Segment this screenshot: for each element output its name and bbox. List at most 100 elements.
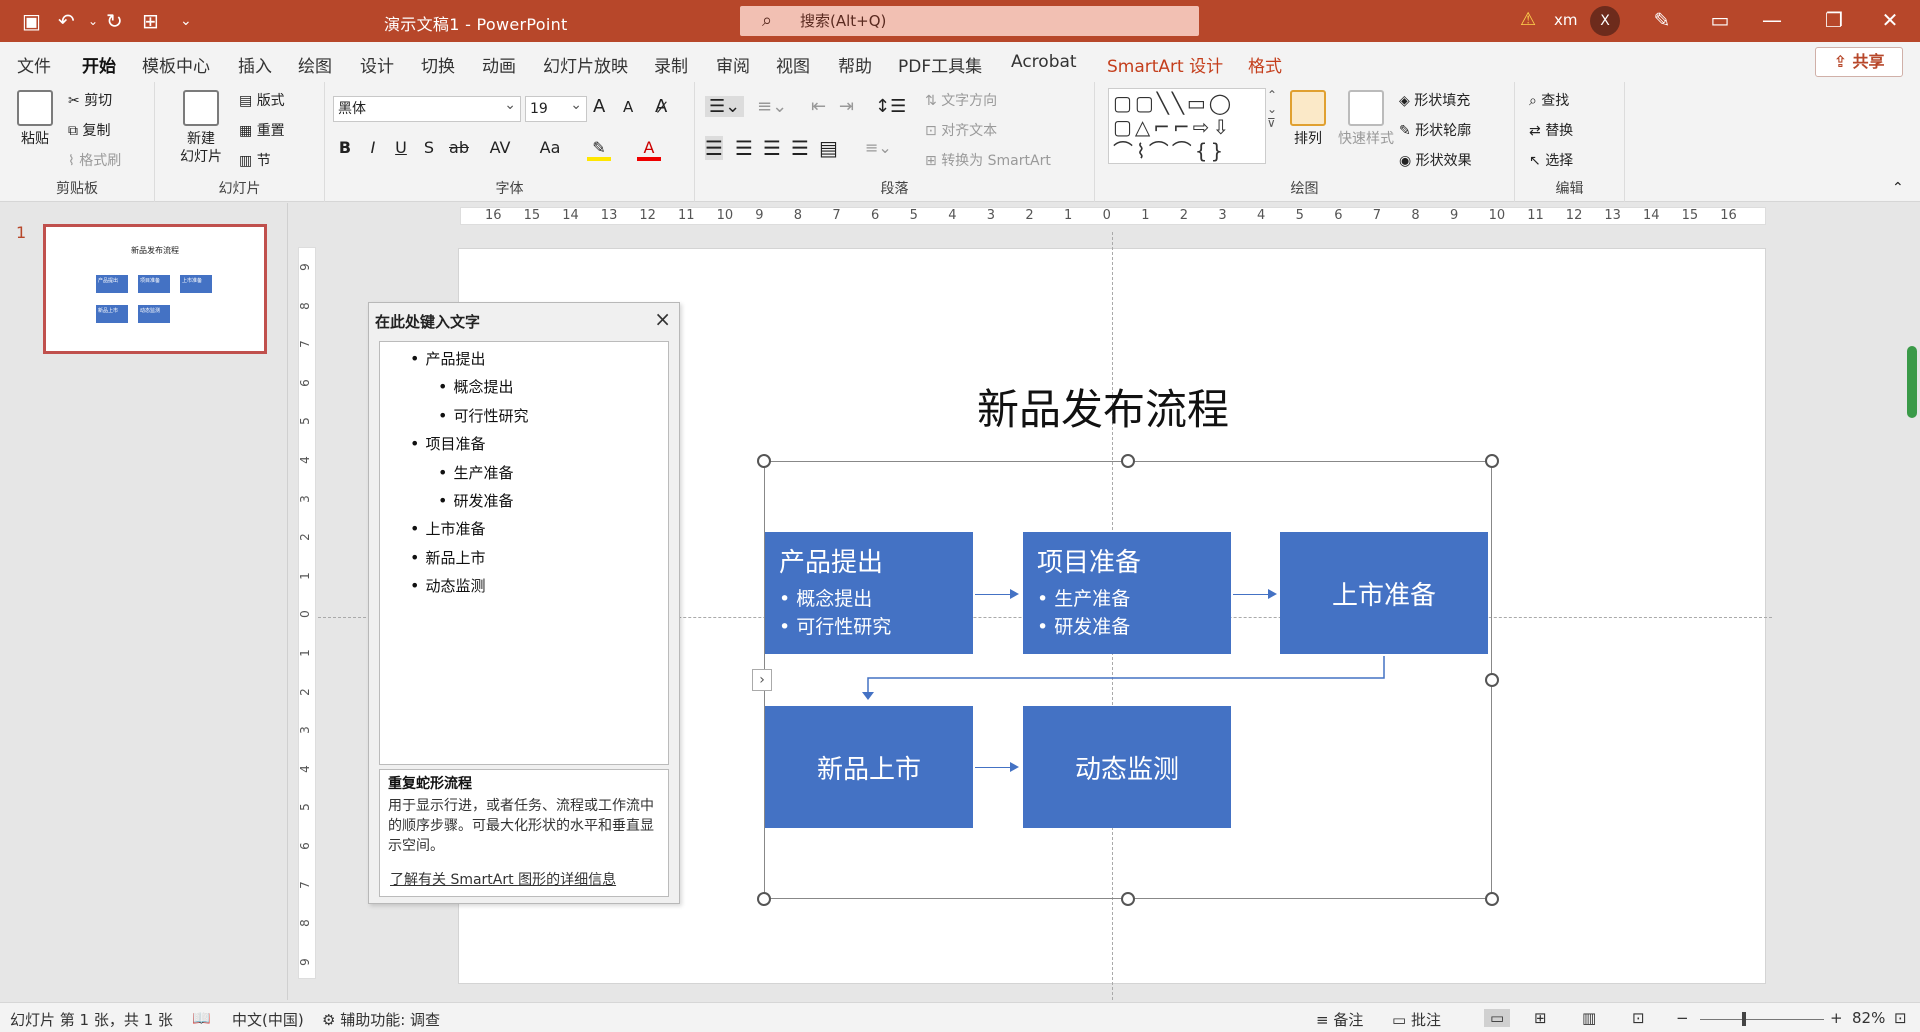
grow-font-button[interactable]: A: [593, 96, 605, 117]
resize-handle[interactable]: [757, 892, 771, 906]
replace-button[interactable]: ⇄ 替换: [1529, 120, 1573, 140]
resize-handle[interactable]: [1121, 892, 1135, 906]
shadow-button[interactable]: S: [417, 138, 441, 157]
distributed-icon[interactable]: ▤: [819, 136, 838, 160]
format-painter-button[interactable]: ⌇ 格式刷: [68, 150, 121, 170]
tab-transitions[interactable]: 切换: [421, 52, 455, 77]
undo-dropdown-icon[interactable]: ⌄: [88, 8, 98, 34]
quick-styles-button[interactable]: 快速样式: [1331, 90, 1401, 148]
shapes-gallery[interactable]: ▢▢╲╲▭◯ ▢△⌐⌐⇨⇩ ⌒⌇⌒⌒{}: [1108, 88, 1266, 164]
notes-button[interactable]: ≡ 备注: [1316, 1009, 1363, 1030]
tab-design[interactable]: 设计: [360, 52, 394, 77]
user-name[interactable]: xm: [1554, 11, 1578, 29]
paste-button[interactable]: 粘贴: [12, 90, 58, 148]
learn-more-link[interactable]: 了解有关 SmartArt 图形的详细信息: [390, 870, 616, 890]
select-button[interactable]: ↖ 选择: [1529, 150, 1573, 170]
slideshow-icon[interactable]: ⊡: [1632, 1009, 1645, 1027]
tab-record[interactable]: 录制: [654, 52, 688, 77]
gallery-scroll-icon[interactable]: ⌃ ⌄ ⊽: [1267, 88, 1277, 130]
tab-help[interactable]: 帮助: [838, 52, 872, 77]
shape-effects-button[interactable]: ◉ 形状效果: [1399, 150, 1472, 170]
warning-icon[interactable]: ⚠: [1520, 9, 1536, 30]
close-icon[interactable]: ×: [654, 307, 671, 331]
italic-button[interactable]: I: [361, 138, 385, 157]
cut-button[interactable]: ✂ 剪切: [68, 90, 112, 110]
fit-slide-icon[interactable]: ⊡: [1894, 1009, 1907, 1027]
increase-indent-icon[interactable]: ⇥: [839, 96, 854, 117]
vertical-scrollbar[interactable]: [1907, 346, 1917, 418]
font-name-combo[interactable]: 黑体: [333, 93, 521, 122]
zoom-in-button[interactable]: +: [1830, 1009, 1843, 1027]
tab-view[interactable]: 视图: [776, 52, 810, 77]
align-left-icon[interactable]: ☰: [705, 136, 723, 160]
share-button[interactable]: ⇪ 共享: [1815, 47, 1903, 77]
shrink-font-button[interactable]: A: [623, 98, 633, 116]
smartart-shape[interactable]: 动态监测: [1023, 706, 1231, 828]
text-pane-list[interactable]: 产品提出概念提出可行性研究项目准备生产准备研发准备上市准备新品上市动态监测: [379, 341, 669, 765]
char-spacing-button[interactable]: AV: [483, 138, 517, 157]
search-box[interactable]: ⌕ 搜索(Alt+Q): [740, 6, 1199, 36]
text-pane-item[interactable]: 产品提出: [410, 348, 485, 369]
slide-sorter-icon[interactable]: ⊞: [1534, 1009, 1547, 1027]
text-pane-item[interactable]: 研发准备: [438, 490, 513, 511]
highlight-icon[interactable]: ✎: [587, 138, 611, 161]
text-pane-item[interactable]: 可行性研究: [438, 405, 528, 426]
spellcheck-icon[interactable]: 📖: [192, 1009, 211, 1027]
tab-review[interactable]: 审阅: [716, 52, 750, 77]
text-pane-item[interactable]: 新品上市: [410, 547, 485, 568]
zoom-slider[interactable]: [1700, 1019, 1824, 1020]
tab-draw[interactable]: 绘图: [298, 52, 332, 77]
pen-icon[interactable]: ✎: [1642, 8, 1682, 32]
accessibility-button[interactable]: ⚙ 辅助功能: 调查: [322, 1009, 440, 1030]
text-pane-item[interactable]: 动态监测: [410, 575, 485, 596]
save-icon[interactable]: ▣: [22, 8, 41, 34]
reset-button[interactable]: ▦ 重置: [239, 120, 285, 140]
tab-home[interactable]: 开始: [82, 52, 116, 85]
undo-icon[interactable]: ↶: [58, 8, 75, 34]
collapse-ribbon-icon[interactable]: ⌃: [1892, 180, 1904, 196]
underline-button[interactable]: U: [389, 138, 413, 157]
zoom-out-button[interactable]: −: [1676, 1009, 1689, 1027]
new-slide-button[interactable]: 新建 幻灯片: [169, 90, 233, 166]
zoom-slider-thumb[interactable]: [1742, 1012, 1746, 1026]
section-button[interactable]: ▥ 节: [239, 150, 271, 170]
text-direction-button[interactable]: ⇅ 文字方向: [925, 90, 997, 110]
justify-icon[interactable]: ☰: [791, 136, 809, 160]
clear-format-icon[interactable]: A̷: [655, 96, 667, 117]
font-size-combo[interactable]: 19: [525, 93, 587, 122]
text-pane-item[interactable]: 生产准备: [438, 462, 513, 483]
shape-fill-button[interactable]: ◈ 形状填充: [1399, 90, 1470, 110]
minimize-icon[interactable]: —: [1752, 8, 1792, 32]
resize-handle[interactable]: [1485, 454, 1499, 468]
smartart-shape[interactable]: 新品上市: [765, 706, 973, 828]
font-color-icon[interactable]: A: [637, 138, 661, 161]
decrease-indent-icon[interactable]: ⇤: [811, 96, 826, 117]
resize-handle[interactable]: [757, 454, 771, 468]
close-icon[interactable]: ✕: [1870, 8, 1910, 32]
line-spacing-icon[interactable]: ↕☰: [875, 96, 906, 117]
text-pane-toggle[interactable]: ›: [752, 669, 772, 691]
resize-handle[interactable]: [1485, 673, 1499, 687]
tab-pdf-tools[interactable]: PDF工具集: [898, 52, 982, 77]
arrange-button[interactable]: 排列: [1283, 90, 1333, 148]
tab-insert[interactable]: 插入: [238, 52, 272, 77]
zoom-level[interactable]: 82%: [1852, 1009, 1885, 1027]
align-center-icon[interactable]: ☰: [735, 136, 753, 160]
resize-handle[interactable]: [1121, 454, 1135, 468]
convert-smartart-button[interactable]: ⊞ 转换为 SmartArt: [925, 150, 1051, 170]
tab-file[interactable]: 文件: [17, 52, 51, 77]
align-right-icon[interactable]: ☰: [763, 136, 781, 160]
text-pane-item[interactable]: 上市准备: [410, 518, 485, 539]
ribbon-display-icon[interactable]: ▭: [1700, 8, 1740, 32]
text-pane-item[interactable]: 项目准备: [410, 433, 485, 454]
comments-button[interactable]: ▭ 批注: [1392, 1009, 1441, 1030]
resize-handle[interactable]: [1485, 892, 1499, 906]
bullets-icon[interactable]: ☰⌄: [705, 96, 745, 117]
reading-view-icon[interactable]: ▥: [1582, 1009, 1596, 1027]
tab-smartart-design[interactable]: SmartArt 设计: [1107, 52, 1223, 77]
numbering-icon[interactable]: ≡⌄: [757, 96, 787, 117]
normal-view-icon[interactable]: ▭: [1484, 1009, 1511, 1027]
tab-animations[interactable]: 动画: [482, 52, 516, 77]
language-status[interactable]: 中文(中国): [232, 1009, 304, 1030]
strikethrough-button[interactable]: ab: [447, 138, 471, 157]
